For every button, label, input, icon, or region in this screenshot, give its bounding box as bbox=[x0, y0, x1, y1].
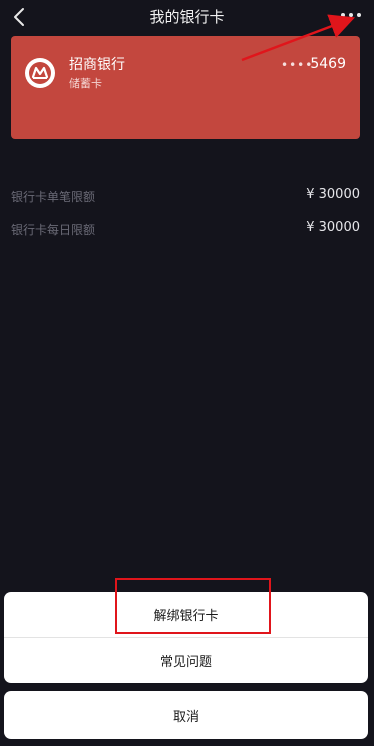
cmb-bank-logo-icon bbox=[25, 58, 55, 88]
cancel-button[interactable]: 取消 bbox=[4, 691, 368, 739]
single-limit-row: 银行卡单笔限额 ¥ 30000 bbox=[11, 186, 360, 206]
daily-limit-row: 银行卡每日限额 ¥ 30000 bbox=[11, 219, 360, 239]
single-limit-value: ¥ 30000 bbox=[306, 187, 360, 202]
red-arrow-annotation-icon bbox=[241, 14, 356, 62]
faq-button[interactable]: 常见问题 bbox=[4, 638, 368, 683]
bank-name: 招商银行 bbox=[69, 57, 125, 73]
daily-limit-label: 银行卡每日限额 bbox=[11, 223, 96, 237]
card-type: 储蓄卡 bbox=[69, 77, 102, 90]
daily-limit-value: ¥ 30000 bbox=[306, 220, 360, 235]
highlight-annotation-box bbox=[115, 578, 271, 634]
single-limit-label: 银行卡单笔限额 bbox=[11, 190, 96, 204]
screen: 我的银行卡 招商银行 储蓄卡 •••• 5469 银行卡单笔限额 ¥ 30000… bbox=[0, 0, 374, 746]
